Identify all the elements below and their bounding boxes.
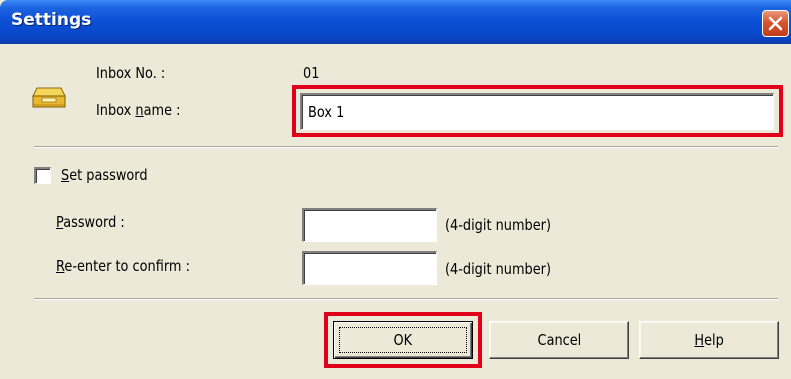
set-password-label[interactable]: Set password [61, 166, 148, 184]
close-button[interactable] [762, 10, 789, 37]
title-bar[interactable]: Settings [0, 0, 791, 44]
help-button[interactable]: Help [639, 321, 779, 359]
close-icon [768, 16, 783, 31]
inbox-number-value: 01 [303, 64, 320, 82]
password-hint: (4-digit number) [445, 216, 551, 234]
help-button-label: Help [694, 331, 724, 349]
cancel-button[interactable]: Cancel [489, 321, 629, 359]
separator [34, 146, 778, 148]
confirm-password-input[interactable] [302, 251, 437, 285]
separator [34, 298, 778, 300]
inbox-number-label: Inbox No. : [96, 64, 166, 82]
cancel-button-label: Cancel [537, 331, 581, 349]
password-input[interactable] [302, 208, 437, 242]
confirm-password-label: Re-enter to confirm : [56, 257, 190, 275]
settings-dialog: Settings Inbox No. : 01 Inbox name : Box… [0, 0, 791, 379]
inbox-tray-icon [32, 87, 66, 108]
highlight-box-ok [324, 312, 482, 368]
inbox-name-label: Inbox name : [96, 101, 181, 119]
window-title: Settings [11, 10, 92, 30]
confirm-password-hint: (4-digit number) [445, 260, 551, 278]
highlight-box-inbox-name [292, 85, 783, 137]
set-password-checkbox[interactable] [34, 167, 51, 184]
password-label: Password : [56, 213, 125, 231]
